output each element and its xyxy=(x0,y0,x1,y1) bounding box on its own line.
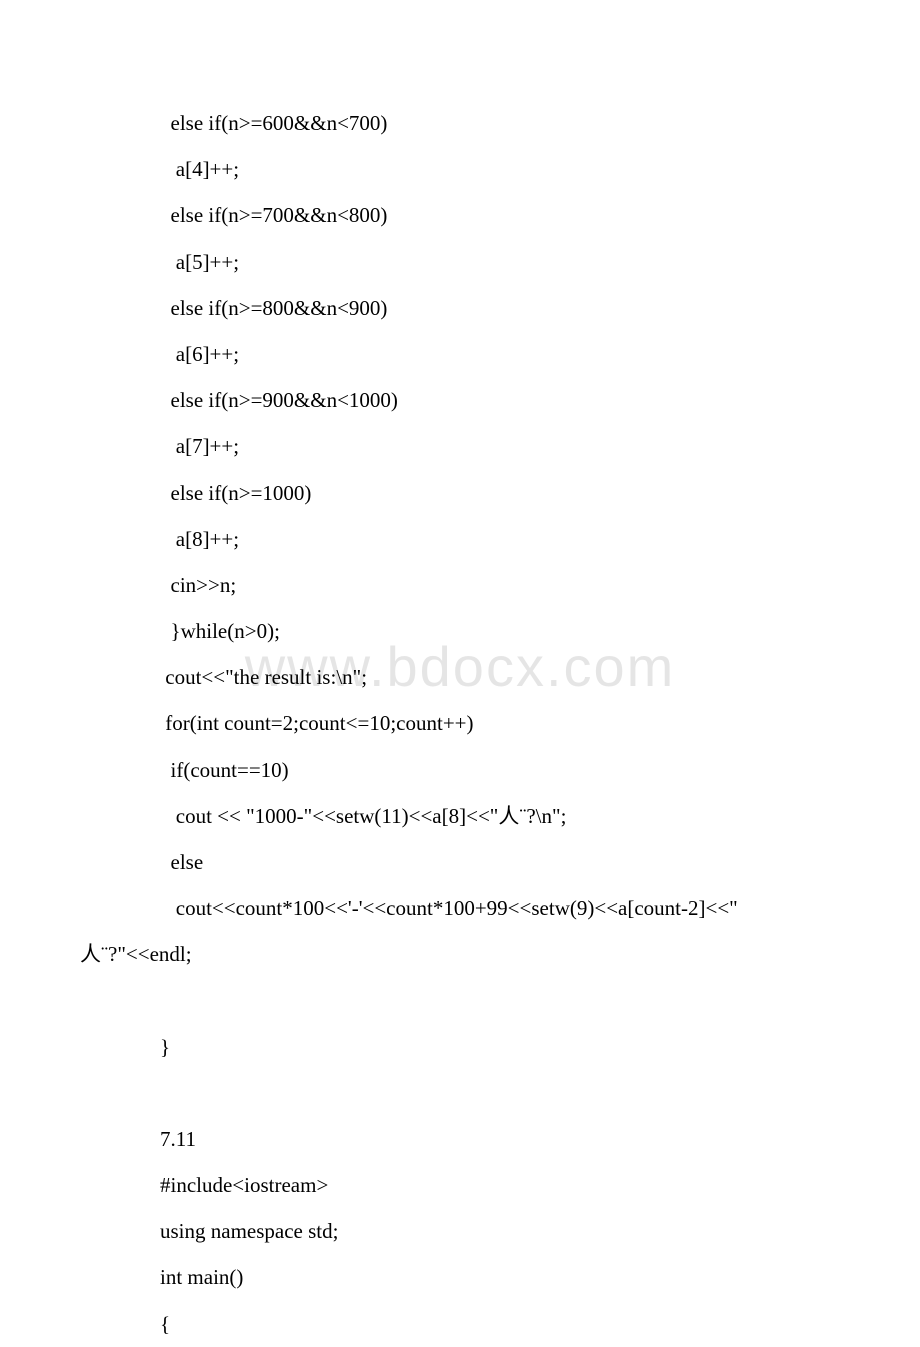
code-line: cout<<count*100<<'-'<<count*100+99<<setw… xyxy=(160,885,840,931)
code-line: else if(n>=800&&n<900) xyxy=(160,285,840,331)
code-line: cout<<"the result is:\n"; xyxy=(160,654,840,700)
code-line: a[5]++; xyxy=(160,239,840,285)
code-line: }while(n>0); xyxy=(160,608,840,654)
code-line: 人¨?"<<endl; xyxy=(80,931,840,977)
code-line: else if(n>=900&&n<1000) xyxy=(160,377,840,423)
code-line: a[4]++; xyxy=(160,146,840,192)
code-line: a[7]++; xyxy=(160,423,840,469)
code-line: else if(n>=600&&n<700) xyxy=(160,100,840,146)
code-line: else if(n>=1000) xyxy=(160,470,840,516)
code-line: else if(n>=700&&n<800) xyxy=(160,192,840,238)
code-line: cout << "1000-"<<setw(11)<<a[8]<<"人¨?\n"… xyxy=(160,793,840,839)
code-line: cin>>n; xyxy=(160,562,840,608)
code-line: } xyxy=(160,1024,840,1070)
code-line: if(count==10) xyxy=(160,747,840,793)
code-line: using namespace std; xyxy=(160,1208,840,1254)
blank-line xyxy=(160,978,840,1024)
code-line: else xyxy=(160,839,840,885)
section-number: 7.11 xyxy=(160,1116,840,1162)
code-line: int main() xyxy=(160,1254,840,1300)
code-line: #include<iostream> xyxy=(160,1162,840,1208)
blank-line xyxy=(160,1070,840,1116)
code-line: for(int count=2;count<=10;count++) xyxy=(160,700,840,746)
code-line: a[6]++; xyxy=(160,331,840,377)
code-line: { xyxy=(160,1301,840,1347)
code-line: a[8]++; xyxy=(160,516,840,562)
